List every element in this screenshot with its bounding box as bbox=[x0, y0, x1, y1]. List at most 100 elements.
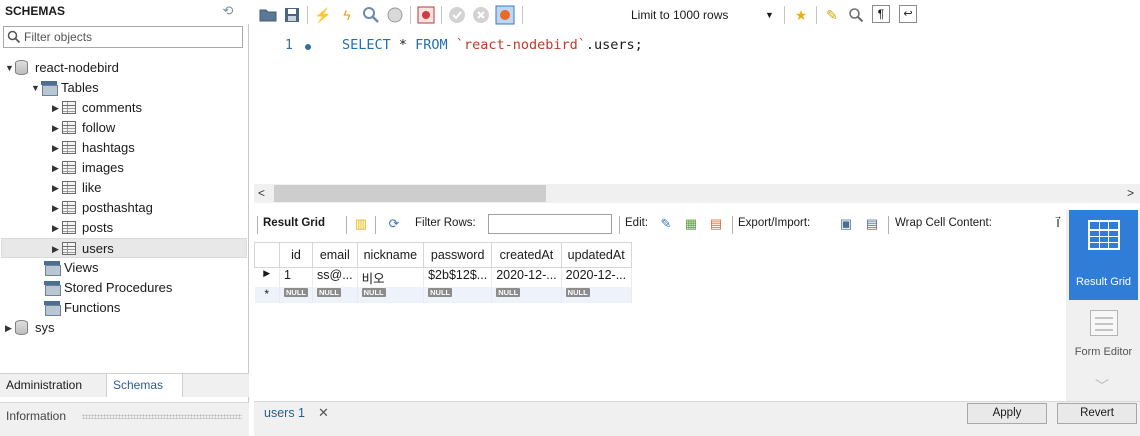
grid-columns-icon[interactable]: ▥ bbox=[352, 215, 370, 233]
tree-folder-stored-procedures[interactable]: Stored Procedures bbox=[44, 278, 172, 298]
edit-row-icon[interactable]: ✎ bbox=[657, 215, 675, 233]
stop-icon[interactable] bbox=[385, 5, 405, 25]
collapsed-arrow-icon[interactable]: ▶ bbox=[52, 118, 62, 138]
database-icon bbox=[15, 320, 28, 335]
table-icon bbox=[62, 221, 76, 234]
tree-folder-functions[interactable]: Functions bbox=[44, 298, 120, 318]
refresh-filter-icon[interactable]: ⟳ bbox=[385, 215, 403, 233]
export-icon[interactable]: ▣ bbox=[837, 215, 855, 233]
delete-row-icon[interactable]: ▤ bbox=[707, 215, 725, 233]
sql-editor[interactable]: 1 SELECT * FROM `react-nodebird`.users; bbox=[254, 30, 1140, 182]
filter-objects-input[interactable] bbox=[24, 28, 239, 46]
wrap-icon[interactable]: ↩ bbox=[899, 5, 917, 23]
schemas-header: SCHEMAS ⟲ bbox=[0, 0, 249, 24]
collapsed-arrow-icon[interactable]: ▶ bbox=[52, 138, 62, 158]
commit-icon[interactable] bbox=[447, 5, 467, 25]
tree-table-follow[interactable]: ▶ follow bbox=[52, 118, 115, 138]
table-row[interactable]: ▶ 1 ss@... 비오 $2b$12$... 2020-12-... 202… bbox=[254, 267, 632, 287]
find-icon[interactable] bbox=[846, 5, 866, 25]
tab-schemas[interactable]: Schemas bbox=[106, 374, 183, 397]
collapsed-arrow-icon[interactable]: ▶ bbox=[52, 218, 62, 238]
toggle-error-icon[interactable] bbox=[416, 5, 436, 25]
chevron-down-icon[interactable]: ▼ bbox=[765, 6, 774, 24]
tree-schema-react-nodebird[interactable]: ▼ react-nodebird bbox=[5, 58, 119, 78]
chevron-down-icon[interactable]: ﹀ bbox=[1090, 376, 1114, 396]
import-icon[interactable]: ▤ bbox=[863, 215, 881, 233]
tree-table-images[interactable]: ▶ images bbox=[52, 158, 124, 178]
collapsed-arrow-icon[interactable]: ▶ bbox=[52, 98, 62, 118]
revert-button[interactable]: Revert bbox=[1057, 403, 1137, 424]
filter-objects-box[interactable] bbox=[3, 26, 243, 48]
explain-icon[interactable] bbox=[361, 5, 381, 25]
result-grid-label[interactable]: Result Grid bbox=[263, 217, 325, 229]
collapsed-arrow-icon[interactable]: ▶ bbox=[52, 178, 62, 198]
table-icon bbox=[62, 161, 76, 174]
new-row[interactable]: * NULL NULL NULL NULL NULL NULL bbox=[254, 287, 632, 303]
scroll-left-icon[interactable]: < bbox=[258, 186, 265, 200]
toolbar-separator bbox=[346, 216, 347, 234]
table-cell[interactable]: $2b$12$... bbox=[423, 267, 493, 287]
form-editor-button[interactable]: Form Editor bbox=[1069, 304, 1138, 376]
tree-table-posts[interactable]: ▶ posts bbox=[52, 218, 113, 238]
beautify-icon[interactable]: ✎ bbox=[822, 5, 842, 25]
collapsed-arrow-icon[interactable]: ▶ bbox=[52, 239, 62, 259]
column-header[interactable]: nickname bbox=[356, 242, 425, 268]
add-row-icon[interactable]: ▦ bbox=[682, 215, 700, 233]
rollback-icon[interactable] bbox=[471, 5, 491, 25]
tree-table-users[interactable]: ▶ users bbox=[1, 238, 247, 258]
editor-horizontal-scrollbar[interactable]: < > bbox=[254, 184, 1140, 203]
table-cell[interactable]: 1 bbox=[279, 267, 313, 287]
table-cell[interactable]: 비오 bbox=[357, 267, 425, 287]
splitter-grip[interactable] bbox=[82, 414, 242, 419]
tree-table-comments[interactable]: ▶ comments bbox=[52, 98, 142, 118]
refresh-icon[interactable]: ⟲ bbox=[220, 3, 236, 19]
scroll-right-icon[interactable]: > bbox=[1127, 186, 1134, 200]
execute-icon[interactable]: ⚡ bbox=[313, 5, 333, 25]
tree-table-posthashtag[interactable]: ▶ posthashtag bbox=[52, 198, 153, 218]
sql-statement[interactable]: SELECT * FROM `react-nodebird`.users; bbox=[342, 37, 643, 53]
tree-folder-views[interactable]: Views bbox=[44, 258, 98, 278]
collapsed-arrow-icon[interactable]: ▶ bbox=[52, 198, 62, 218]
result-grid-button[interactable]: Result Grid bbox=[1069, 210, 1138, 300]
filter-rows-input[interactable] bbox=[488, 214, 612, 234]
execute-current-icon[interactable]: ϟ bbox=[337, 5, 357, 25]
tree-table-like[interactable]: ▶ like bbox=[52, 178, 102, 198]
apply-button[interactable]: Apply bbox=[967, 403, 1047, 424]
table-cell[interactable]: 2020-12-... bbox=[561, 267, 632, 287]
scrollbar-thumb[interactable] bbox=[274, 185, 546, 202]
collapsed-arrow-icon[interactable]: ▶ bbox=[52, 158, 62, 178]
column-header[interactable]: updatedAt bbox=[560, 242, 632, 268]
tree-schema-sys[interactable]: ▶ sys bbox=[5, 318, 55, 338]
column-header[interactable]: password bbox=[423, 242, 493, 268]
information-bar[interactable]: Information bbox=[0, 402, 249, 428]
tab-administration[interactable]: Administration bbox=[0, 374, 106, 397]
column-header[interactable]: createdAt bbox=[491, 242, 562, 268]
wrap-cell-icon[interactable]: I⃗ bbox=[1049, 215, 1067, 233]
table-cell[interactable]: NULL bbox=[491, 287, 562, 303]
table-cell[interactable]: NULL bbox=[357, 287, 425, 303]
expanded-arrow-icon[interactable]: ▼ bbox=[31, 78, 41, 98]
collapsed-arrow-icon[interactable]: ▶ bbox=[5, 318, 15, 338]
tree-folder-tables[interactable]: ▼ Tables bbox=[31, 78, 99, 98]
open-folder-icon[interactable] bbox=[258, 5, 278, 25]
bookmark-icon[interactable]: ★ bbox=[791, 5, 811, 25]
invisible-chars-icon[interactable]: ¶ bbox=[872, 5, 890, 23]
schema-label: react-nodebird bbox=[35, 60, 119, 75]
table-cell[interactable]: NULL bbox=[423, 287, 493, 303]
table-cell[interactable]: NULL bbox=[561, 287, 632, 303]
expanded-arrow-icon[interactable]: ▼ bbox=[5, 58, 15, 78]
tree-table-hashtags[interactable]: ▶ hashtags bbox=[52, 138, 135, 158]
autocommit-icon[interactable] bbox=[495, 5, 515, 25]
left-bottom-strip bbox=[0, 428, 249, 436]
column-header[interactable]: id bbox=[279, 242, 313, 268]
result-grid[interactable]: id email nickname password createdAt upd… bbox=[254, 242, 632, 303]
column-header[interactable]: email bbox=[312, 242, 358, 268]
table-cell[interactable]: NULL bbox=[312, 287, 358, 303]
close-icon[interactable]: ✕ bbox=[318, 405, 329, 421]
table-cell[interactable]: NULL bbox=[279, 287, 313, 303]
limit-rows-select[interactable]: Limit to 1000 rows ▼ bbox=[631, 6, 793, 24]
tab-users-1[interactable]: users 1 ✕ bbox=[254, 402, 340, 425]
table-cell[interactable]: 2020-12-... bbox=[491, 267, 562, 287]
save-icon[interactable] bbox=[282, 5, 302, 25]
table-cell[interactable]: ss@... bbox=[312, 267, 358, 287]
